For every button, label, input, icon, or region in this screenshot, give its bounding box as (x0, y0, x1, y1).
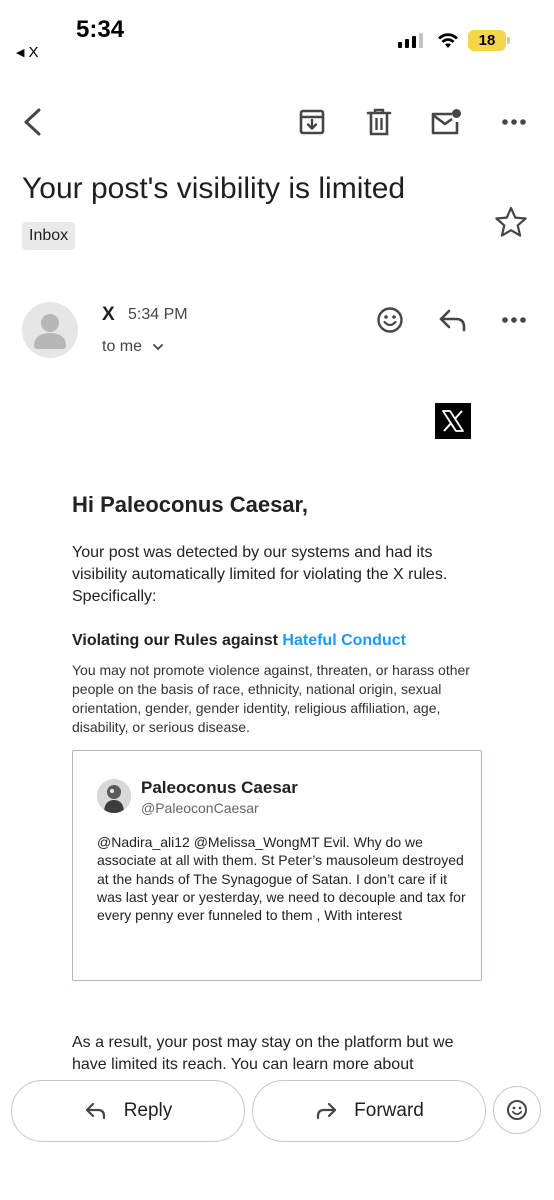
mark-unread-button[interactable] (422, 96, 470, 148)
back-arrow-icon (24, 108, 41, 136)
archive-button[interactable] (288, 96, 336, 148)
reply-icon (85, 1102, 105, 1120)
forward-icon (317, 1102, 337, 1120)
add-reaction-button[interactable] (368, 300, 412, 340)
sender-avatar[interactable] (22, 302, 78, 358)
back-button[interactable] (8, 96, 56, 148)
emoji-icon (377, 307, 403, 333)
emoji-icon (507, 1100, 527, 1120)
x-logo (435, 403, 471, 439)
post-author-handle: @PaleoconCaesar (141, 800, 259, 816)
email-subject: Your post's visibility is limited (22, 172, 406, 205)
message-more-button[interactable] (492, 300, 536, 340)
forward-pill-button[interactable]: Forward (252, 1080, 486, 1142)
x-logo-icon (442, 410, 464, 432)
quoted-post-card[interactable]: Paleoconus Caesar @PaleoconCaesar @Nadir… (72, 750, 482, 981)
delete-button[interactable] (355, 96, 403, 148)
more-vert-icon (502, 317, 526, 323)
back-triangle-icon: ◀ (16, 47, 25, 59)
mark-unread-icon (431, 109, 461, 135)
post-text: @Nadira_ali12 @Melissa_WongMT Evil. Why … (97, 834, 466, 924)
result-paragraph: As a result, your post may stay on the p… (72, 1034, 454, 1072)
star-icon[interactable] (494, 206, 528, 238)
policy-description: You may not promote violence against, th… (72, 662, 470, 735)
wifi-icon (438, 33, 458, 48)
reply-button[interactable] (431, 300, 475, 340)
bottom-action-bar: Reply Forward (0, 1072, 554, 1200)
recipient-details-toggle[interactable]: to me (102, 338, 164, 356)
reply-icon (439, 309, 466, 332)
violation-heading: Violating our Rules against Hateful Cond… (72, 632, 406, 650)
email-greeting: Hi Paleoconus Caesar, (72, 492, 308, 517)
cellular-signal-icon (398, 32, 423, 48)
recipient-label: to me (102, 338, 143, 355)
more-vert-icon (502, 119, 526, 125)
status-bar: 5:34 ◀ X 18 (0, 0, 554, 70)
back-app-label: X (28, 44, 39, 61)
post-author-name: Paleoconus Caesar (141, 778, 298, 797)
status-time: 5:34 (76, 16, 125, 43)
chevron-down-icon (153, 344, 163, 351)
post-author-avatar (97, 779, 131, 813)
hateful-conduct-link[interactable]: Hateful Conduct (282, 632, 406, 649)
emoji-reaction-button[interactable] (493, 1086, 541, 1134)
violation-prefix: Violating our Rules against (72, 632, 283, 649)
reply-label: Reply (123, 1100, 173, 1121)
more-options-button[interactable] (490, 96, 538, 148)
person-icon (34, 314, 66, 349)
archive-icon (299, 109, 325, 135)
back-to-app-button[interactable]: ◀ X (16, 44, 38, 61)
email-toolbar (0, 96, 554, 152)
trash-icon (366, 108, 392, 136)
forward-label: Forward (354, 1100, 424, 1121)
reply-pill-button[interactable]: Reply (11, 1080, 245, 1142)
sender-name[interactable]: X (102, 304, 115, 326)
inbox-label-chip[interactable]: Inbox (22, 222, 76, 250)
email-intro: Your post was detected by our systems an… (72, 544, 448, 605)
email-time: 5:34 PM (128, 306, 188, 323)
battery-indicator: 18 (468, 30, 510, 51)
bust-image-icon (97, 779, 131, 813)
